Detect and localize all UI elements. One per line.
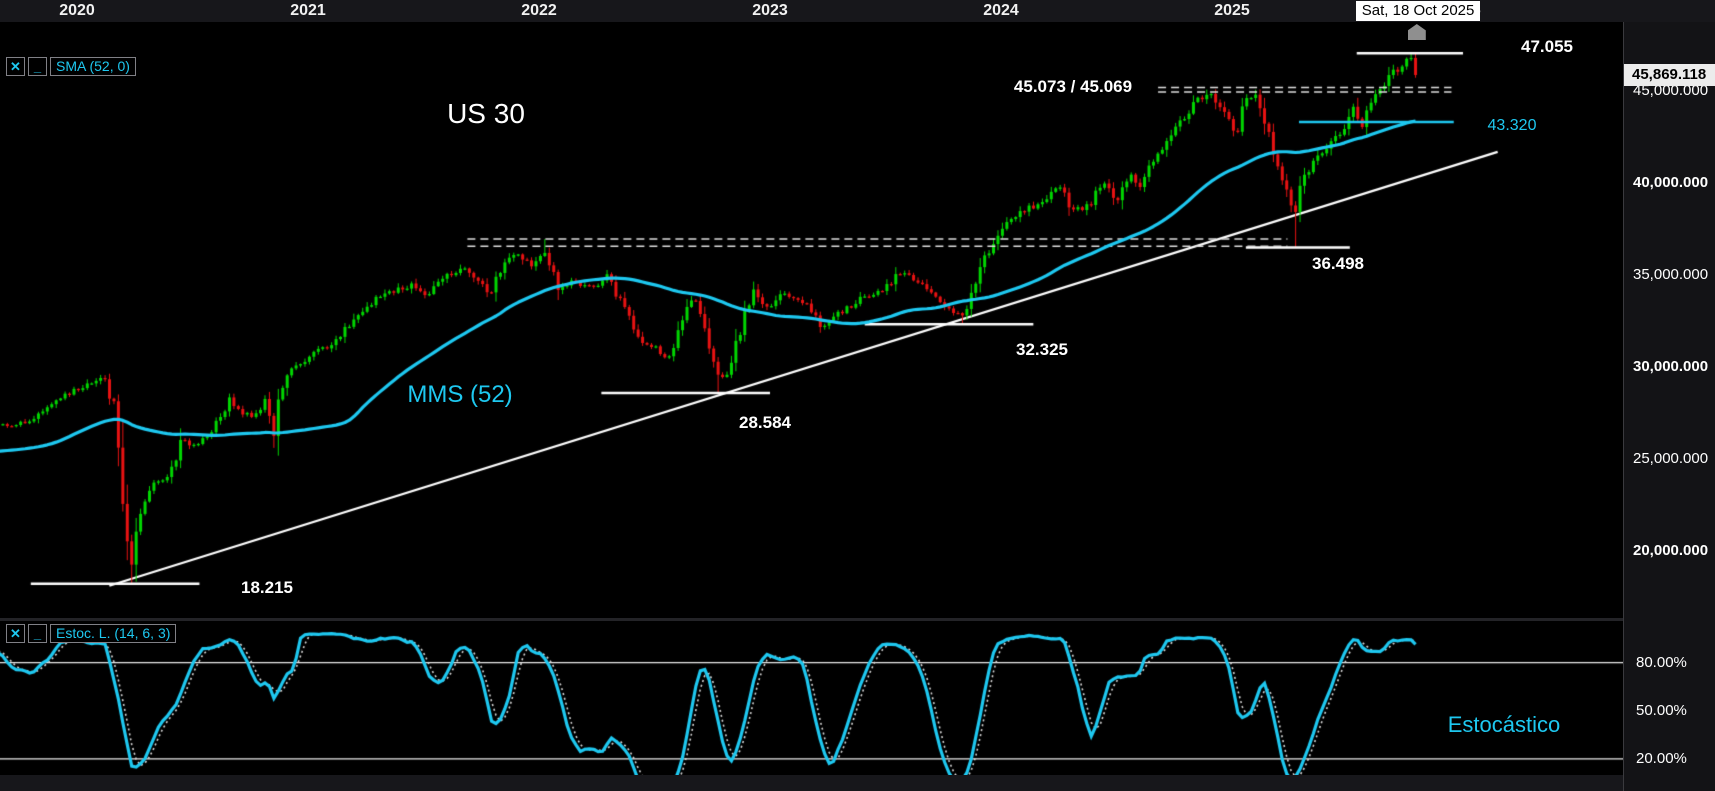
mms-line-label: MMS (52)	[407, 381, 512, 409]
stoch-indicator-legend: ✕ _ Estoc. L. (14, 6, 3)	[6, 624, 176, 643]
resistance-label-47055: 47.055	[1521, 37, 1573, 57]
close-icon[interactable]: ✕	[6, 624, 25, 643]
price-chart-canvas[interactable]	[0, 0, 1715, 791]
year-tick-2025: 2025	[1214, 2, 1250, 20]
support-label-28584: 28.584	[739, 413, 791, 433]
price-tick-30000: 30,000.000	[1633, 358, 1708, 375]
cursor-date-box: Sat, 18 Oct 2025	[1356, 1, 1481, 21]
chart-window: 2020202120222023202420252026 Sat, 18 Oct…	[0, 0, 1715, 791]
stoch-tick-50: 50.00%	[1636, 702, 1687, 719]
timeline-axis[interactable]: 2020202120222023202420252026 Sat, 18 Oct…	[0, 0, 1715, 22]
support-label-36498: 36.498	[1312, 254, 1364, 274]
current-price-box: 45,869.118	[1624, 64, 1715, 86]
stoch-tick-80: 80.00%	[1636, 654, 1687, 671]
support-label-32325: 32.325	[1016, 340, 1068, 360]
minimize-icon[interactable]: _	[28, 57, 47, 76]
stochastic-panel-label: Estocástico	[1448, 712, 1561, 738]
price-tick-35000: 35,000.000	[1633, 266, 1708, 283]
price-axis[interactable]: 45,000.00040,000.00035,000.00030,000.000…	[1623, 0, 1715, 791]
panel-divider[interactable]	[0, 618, 1623, 621]
instrument-title: US 30	[447, 98, 525, 130]
stoch-indicator-label[interactable]: Estoc. L. (14, 6, 3)	[50, 624, 176, 643]
year-tick-2021: 2021	[290, 2, 326, 20]
year-tick-2022: 2022	[521, 2, 557, 20]
support-label-43320: 43.320	[1488, 117, 1537, 135]
bottom-frame-strip	[0, 775, 1623, 791]
stoch-tick-20: 20.00%	[1636, 750, 1687, 767]
resistance-label-45073: 45.073 / 45.069	[1014, 77, 1132, 97]
year-tick-2020: 2020	[59, 2, 95, 20]
year-tick-2023: 2023	[752, 2, 788, 20]
price-tick-25000: 25,000.000	[1633, 450, 1708, 467]
sma-indicator-legend: ✕ _ SMA (52, 0)	[6, 57, 136, 76]
support-label-18215: 18.215	[241, 578, 293, 598]
minimize-icon[interactable]: _	[28, 624, 47, 643]
close-icon[interactable]: ✕	[6, 57, 25, 76]
sma-indicator-label[interactable]: SMA (52, 0)	[50, 57, 136, 76]
price-tick-20000: 20,000.000	[1633, 542, 1708, 559]
year-tick-2024: 2024	[983, 2, 1019, 20]
price-tick-40000: 40,000.000	[1633, 174, 1708, 191]
